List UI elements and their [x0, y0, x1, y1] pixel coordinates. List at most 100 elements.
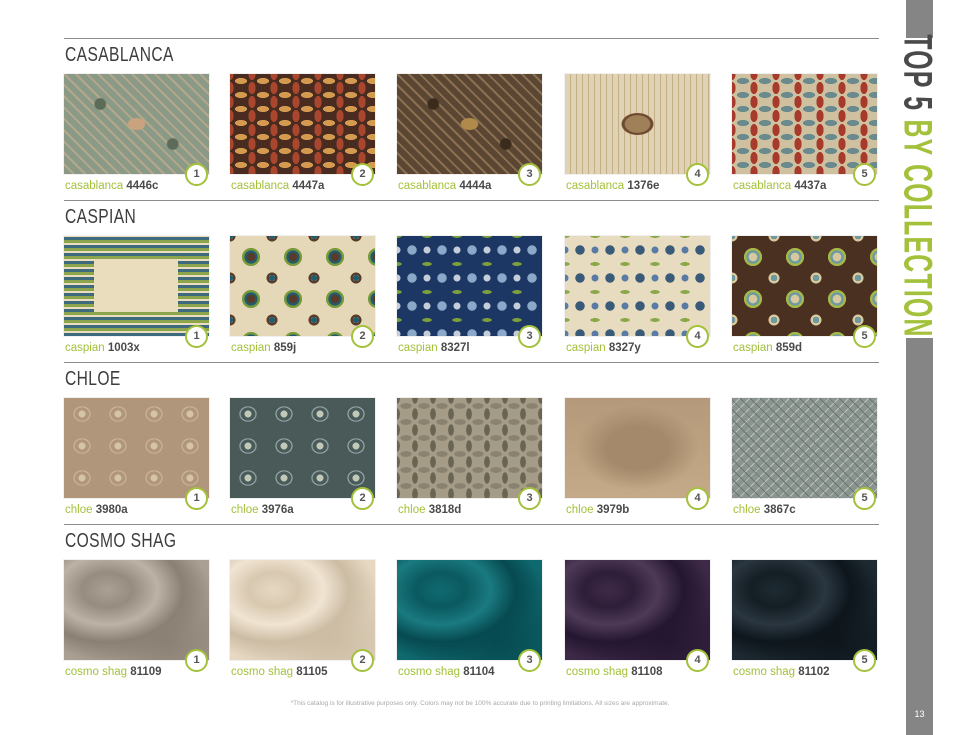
rug-item[interactable]: 2 chloe 3976a — [230, 398, 375, 522]
rug-item[interactable]: 3 casablanca 4444a — [397, 74, 542, 198]
rank-badge: 4 — [686, 163, 709, 186]
rug-item[interactable]: 3 cosmo shag 81104 — [397, 560, 542, 684]
sidebar-title-part1: TOP 5 — [895, 34, 940, 112]
rug-item[interactable]: 5 casablanca 4437a — [732, 74, 877, 198]
rug-label: casablanca 4446c — [65, 180, 158, 192]
rug-image[interactable] — [565, 398, 710, 498]
rug-style-code: 81102 — [798, 666, 830, 678]
rug-item[interactable]: 2 caspian 859j — [230, 236, 375, 360]
rug-item[interactable]: 1 chloe 3980a — [64, 398, 209, 522]
rug-image[interactable] — [397, 560, 542, 660]
rug-collection-name: casablanca — [566, 180, 625, 192]
rug-collection-name: cosmo shag — [65, 666, 128, 678]
rug-image[interactable] — [565, 560, 710, 660]
rug-item[interactable]: 2 cosmo shag 81105 — [230, 560, 375, 684]
rug-item[interactable]: 4 chloe 3979b — [565, 398, 710, 522]
rug-image[interactable] — [565, 74, 710, 174]
rank-badge: 5 — [853, 325, 876, 348]
rug-collection-name: cosmo shag — [566, 666, 629, 678]
rug-style-code: 4444a — [459, 180, 492, 192]
rug-item[interactable]: 4 casablanca 1376e — [565, 74, 710, 198]
rug-image[interactable] — [397, 398, 542, 498]
rug-style-code: 859d — [775, 342, 803, 354]
section-title: COSMO SHAG — [65, 530, 177, 552]
rug-image[interactable] — [230, 398, 375, 498]
rug-item[interactable]: 1 caspian 1003x — [64, 236, 209, 360]
rank-badge: 3 — [518, 325, 541, 348]
rug-item[interactable]: 5 chloe 3867c — [732, 398, 877, 522]
rank-badge: 2 — [351, 649, 374, 672]
rug-image[interactable] — [397, 74, 542, 174]
rug-image[interactable] — [64, 560, 209, 660]
rug-style-code: 4437a — [794, 180, 827, 192]
collection-section: CHLOE 1 chloe 3980a 2 chloe 3976a 3 chloe 3818… — [64, 362, 879, 524]
rank-badge: 1 — [185, 649, 208, 672]
rug-style-code: 1376e — [627, 180, 660, 192]
rug-image[interactable] — [64, 74, 209, 174]
rug-image[interactable] — [397, 236, 542, 336]
rug-image[interactable] — [732, 236, 877, 336]
section-divider — [64, 38, 879, 39]
rug-item[interactable]: 5 cosmo shag 81102 — [732, 560, 877, 684]
rank-badge: 2 — [351, 325, 374, 348]
rug-item[interactable]: 1 cosmo shag 81109 — [64, 560, 209, 684]
rank-badge: 1 — [185, 163, 208, 186]
rank-badge: 5 — [853, 487, 876, 510]
rug-image[interactable] — [732, 74, 877, 174]
rug-label: caspian 8327y — [566, 342, 641, 354]
rug-image[interactable] — [64, 236, 209, 336]
rug-style-code: 3867c — [763, 504, 796, 516]
rug-item[interactable]: 5 caspian 859d — [732, 236, 877, 360]
rug-item[interactable]: 2 casablanca 4447a — [230, 74, 375, 198]
rug-label: casablanca 1376e — [566, 180, 659, 192]
section-divider — [64, 362, 879, 363]
rug-label: chloe 3980a — [65, 504, 128, 516]
rug-item[interactable]: 1 casablanca 4446c — [64, 74, 209, 198]
rank-badge: 5 — [853, 163, 876, 186]
rug-collection-name: chloe — [65, 504, 93, 516]
rug-label: cosmo shag 81108 — [566, 666, 663, 678]
rug-style-code: 81109 — [130, 666, 162, 678]
rug-style-code: 3976a — [261, 504, 294, 516]
rug-item[interactable]: 3 chloe 3818d — [397, 398, 542, 522]
rug-collection-name: cosmo shag — [733, 666, 796, 678]
rug-style-code: 3818d — [428, 504, 462, 516]
rug-image[interactable] — [64, 398, 209, 498]
rug-item[interactable]: 4 cosmo shag 81108 — [565, 560, 710, 684]
rug-style-code: 8327l — [440, 342, 470, 354]
rug-image[interactable] — [732, 398, 877, 498]
rug-collection-name: casablanca — [398, 180, 457, 192]
rug-collection-name: caspian — [398, 342, 438, 354]
rug-image[interactable] — [732, 560, 877, 660]
rug-collection-name: casablanca — [65, 180, 124, 192]
section-title: CHLOE — [65, 368, 121, 390]
rug-label: caspian 8327l — [398, 342, 470, 354]
rug-style-code: 81108 — [631, 666, 663, 678]
collection-section: CASPIAN 1 caspian 1003x 2 caspian 859j 3 caspi… — [64, 200, 879, 362]
rug-item[interactable]: 3 caspian 8327l — [397, 236, 542, 360]
rug-collection-name: caspian — [566, 342, 606, 354]
rug-label: cosmo shag 81104 — [398, 666, 495, 678]
sidebar-title-part2: BY COLLECTION — [895, 119, 940, 338]
rug-style-code: 81105 — [296, 666, 328, 678]
rug-label: chloe 3976a — [231, 504, 294, 516]
disclaimer: *This catalog is for illustrative purpos… — [290, 700, 670, 707]
rug-collection-name: cosmo shag — [231, 666, 294, 678]
rug-image[interactable] — [230, 236, 375, 336]
rug-item[interactable]: 4 caspian 8327y — [565, 236, 710, 360]
rug-label: cosmo shag 81102 — [733, 666, 830, 678]
rug-label: caspian 859d — [733, 342, 802, 354]
rug-label: chloe 3979b — [566, 504, 629, 516]
rug-collection-name: caspian — [65, 342, 105, 354]
rug-image[interactable] — [230, 560, 375, 660]
rug-image[interactable] — [565, 236, 710, 336]
rug-label: caspian 859j — [231, 342, 296, 354]
section-divider — [64, 200, 879, 201]
rug-style-code: 4447a — [292, 180, 325, 192]
rug-image[interactable] — [230, 74, 375, 174]
rank-badge: 3 — [518, 487, 541, 510]
rug-label: chloe 3818d — [398, 504, 461, 516]
section-title: CASPIAN — [65, 206, 137, 228]
section-title: CASABLANCA — [65, 44, 174, 66]
rug-collection-name: casablanca — [231, 180, 290, 192]
